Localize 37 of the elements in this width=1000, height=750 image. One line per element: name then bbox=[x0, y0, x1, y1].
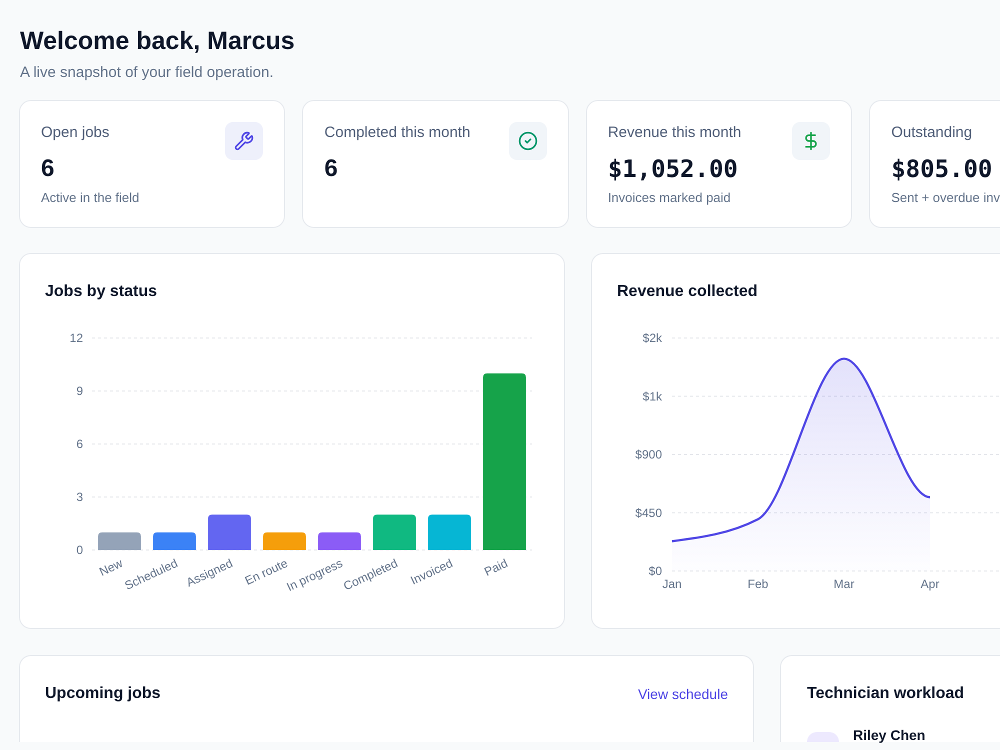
card-title: Jobs by status bbox=[45, 282, 158, 302]
y-axis-label: 0 bbox=[76, 543, 83, 557]
x-axis-label: Mar bbox=[834, 577, 854, 591]
y-axis-label: $450 bbox=[635, 506, 662, 520]
stat-label: Revenue this month bbox=[608, 123, 742, 143]
stat-value: 6 bbox=[324, 154, 339, 184]
y-axis-label: 12 bbox=[70, 331, 83, 345]
card-title: Technician workload bbox=[807, 684, 964, 704]
y-axis-label: 9 bbox=[76, 384, 83, 398]
technician-name: Riley Chen bbox=[853, 728, 926, 742]
stat-caption: Sent + overdue inv bbox=[891, 189, 1000, 207]
view-schedule-link[interactable]: View schedule bbox=[638, 682, 728, 706]
page-title: Welcome back, Marcus bbox=[20, 26, 295, 56]
y-axis-label: 6 bbox=[76, 437, 83, 451]
stat-label: Outstanding bbox=[891, 123, 974, 143]
x-axis-label: Paid bbox=[482, 556, 510, 579]
stat-value: $805.00 bbox=[891, 154, 994, 185]
y-axis-label: $900 bbox=[635, 448, 662, 462]
y-axis-label: $2k bbox=[642, 331, 662, 345]
y-axis-label: $1k bbox=[642, 389, 662, 404]
wrench-icon bbox=[225, 122, 264, 160]
x-axis-label: Jan bbox=[662, 577, 682, 591]
card-title: Upcoming jobs bbox=[45, 684, 161, 704]
x-axis-label: New bbox=[97, 556, 125, 579]
card-title: Revenue collected bbox=[617, 282, 758, 302]
stat-caption: Active in the field bbox=[41, 189, 140, 207]
stat-value: $1,052.00 bbox=[608, 154, 739, 185]
stat-label: Open jobs bbox=[41, 123, 110, 143]
stat-label: Completed this month bbox=[324, 123, 470, 143]
page-subtitle: A live snapshot of your field operation. bbox=[20, 63, 274, 83]
stat-value: 6 bbox=[41, 154, 56, 184]
x-axis-label: Apr bbox=[920, 577, 940, 591]
x-axis-label: Feb bbox=[748, 577, 768, 591]
stat-caption: Invoices marked paid bbox=[608, 189, 732, 207]
dollar-icon bbox=[792, 122, 830, 160]
y-axis-label: $0 bbox=[648, 564, 662, 578]
y-axis-label: 3 bbox=[76, 490, 83, 504]
